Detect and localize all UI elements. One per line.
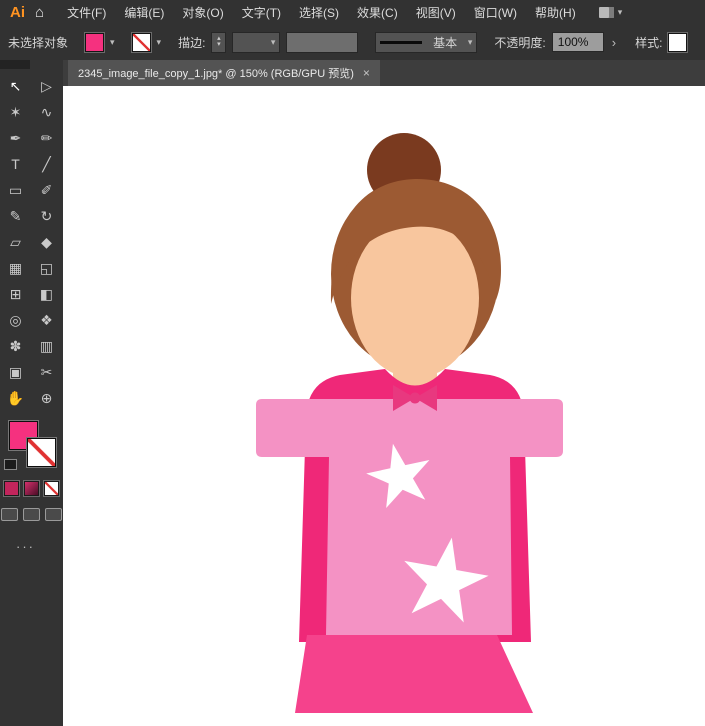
document-area: 2345_image_file_copy_1.jpg* @ 150% (RGB/… [63,60,705,726]
menu-file[interactable]: 文件(F) [58,4,115,21]
edit-toolbar-button[interactable]: ··· [0,539,63,554]
chevron-down-icon: ▾ [618,7,623,18]
menu-select[interactable]: 选择(S) [290,4,348,21]
shaper-tool[interactable]: ✎ [0,203,31,229]
menu-type[interactable]: 文字(T) [233,4,290,21]
stroke-weight-label: 描边: [178,34,205,51]
default-fill-stroke-icon[interactable] [4,459,17,470]
menu-effect[interactable]: 效果(C) [348,4,407,21]
graphic-style-swatch[interactable] [668,33,687,52]
workspace-layout-icon [599,7,614,18]
fill-stroke-indicator[interactable] [4,421,60,471]
fill-control[interactable]: ▾ [85,33,115,52]
free-transform-tool[interactable]: ▦ [0,255,31,281]
mesh-tool[interactable]: ⊞ [0,281,31,307]
color-button[interactable] [4,481,19,496]
color-mode-row [0,481,63,496]
shape-builder-tool[interactable]: ◱ [31,255,62,281]
gradient-button[interactable] [24,481,39,496]
column-graph-tool[interactable]: ▥ [31,333,62,359]
scale-tool[interactable]: ▱ [0,229,31,255]
opacity-label: 不透明度: [494,34,545,51]
menu-help[interactable]: 帮助(H) [526,4,585,21]
chevron-down-icon[interactable]: ▾ [157,37,162,48]
magic-wand-tool[interactable]: ✶ [0,99,31,125]
stroke-style-combo[interactable]: 基本 ▾ [375,32,477,53]
stroke-style-value: 基本 [433,34,457,51]
gradient-tool[interactable]: ◧ [31,281,62,307]
eyedropper-tool[interactable]: ◎ [0,307,31,333]
menu-edit[interactable]: 编辑(E) [115,4,173,21]
lasso-tool[interactable]: ∿ [31,99,62,125]
style-group: 样式: [635,33,687,52]
stroke-proxy-swatch[interactable] [27,438,56,467]
home-icon[interactable]: ⌂ [35,4,44,21]
no-selection-label: 未选择对象 [8,34,68,51]
draw-normal-icon[interactable] [1,508,18,521]
draw-mode-row [0,508,63,521]
menu-object[interactable]: 对象(O) [173,4,232,21]
zoom-tool[interactable]: ⊕ [31,385,62,411]
menu-view[interactable]: 视图(V) [407,4,465,21]
slice-tool[interactable]: ✂ [31,359,62,385]
menu-bar: Ai ⌂ 文件(F)编辑(E)对象(O)文字(T)选择(S)效果(C)视图(V)… [0,0,705,25]
tools-panel-header [0,60,63,73]
hand-tool[interactable]: ✋ [0,385,31,411]
curvature-tool[interactable]: ✏ [31,125,62,151]
rectangle-tool[interactable]: ▭ [0,177,31,203]
pen-tool[interactable]: ✒ [0,125,31,151]
symbol-sprayer-tool[interactable]: ✽ [0,333,31,359]
type-tool[interactable]: T [0,151,31,177]
draw-inside-icon[interactable] [45,508,62,521]
rotate-tool[interactable]: ↻ [31,203,62,229]
blend-tool[interactable]: ❖ [31,307,62,333]
menu-window[interactable]: 窗口(W) [465,4,526,21]
none-button[interactable] [44,481,59,496]
selection-tool[interactable]: ↖ [0,73,31,99]
control-bar: 未选择对象 ▾ ▾ 描边: ▴ ▾ ▾ 基本 ▾ 不透明度: 100% › 样式… [0,24,705,61]
width-tool[interactable]: ◆ [31,229,62,255]
menubar-items: 文件(F)编辑(E)对象(O)文字(T)选择(S)效果(C)视图(V)窗口(W)… [58,4,585,21]
document-tab-title: 2345_image_file_copy_1.jpg* @ 150% (RGB/… [78,65,354,81]
document-tab-bar: 2345_image_file_copy_1.jpg* @ 150% (RGB/… [63,60,705,87]
line-segment-tool[interactable]: ╱ [31,151,62,177]
girl-illustration [63,86,705,726]
close-icon[interactable]: × [363,66,370,80]
stroke-color-swatch[interactable] [132,33,151,52]
opacity-input[interactable]: 100% [552,32,604,52]
illustrator-logo: Ai [10,4,25,21]
tool-grid: ↖▷✶∿✒✏T╱▭✐✎↻▱◆▦◱⊞◧◎❖✽▥▣✂✋⊕ [0,73,63,411]
opacity-group: 不透明度: 100% › [494,32,618,52]
artboard-tool[interactable]: ▣ [0,359,31,385]
more-options-chevron[interactable]: › [612,35,616,50]
chevron-down-icon[interactable]: ▾ [110,37,115,48]
stroke-weight-stepper[interactable]: ▴ ▾ [211,32,226,53]
stroke-weight-combo[interactable]: ▾ [232,32,280,53]
chevron-down-icon[interactable]: ▾ [468,37,473,48]
artboard-canvas[interactable] [63,86,705,726]
stepper-down-icon[interactable]: ▾ [217,42,221,48]
stroke-style-preview [380,41,422,44]
style-label: 样式: [635,34,662,51]
stroke-weight-group: 描边: ▴ ▾ ▾ [178,32,358,53]
panel-collapse-nub[interactable] [0,60,30,69]
workspace-switcher[interactable]: ▾ [599,7,623,18]
direct-selection-tool[interactable]: ▷ [31,73,62,99]
stroke-control[interactable]: ▾ [132,33,162,52]
draw-behind-icon[interactable] [23,508,40,521]
variable-width-combo [286,32,358,53]
document-tab[interactable]: 2345_image_file_copy_1.jpg* @ 150% (RGB/… [68,60,380,86]
skirt-shape[interactable] [295,635,533,713]
chevron-down-icon[interactable]: ▾ [271,37,276,48]
paintbrush-tool[interactable]: ✐ [31,177,62,203]
tools-panel: ↖▷✶∿✒✏T╱▭✐✎↻▱◆▦◱⊞◧◎❖✽▥▣✂✋⊕ ··· [0,60,64,726]
fill-color-swatch[interactable] [85,33,104,52]
bow-knot[interactable] [410,393,421,404]
